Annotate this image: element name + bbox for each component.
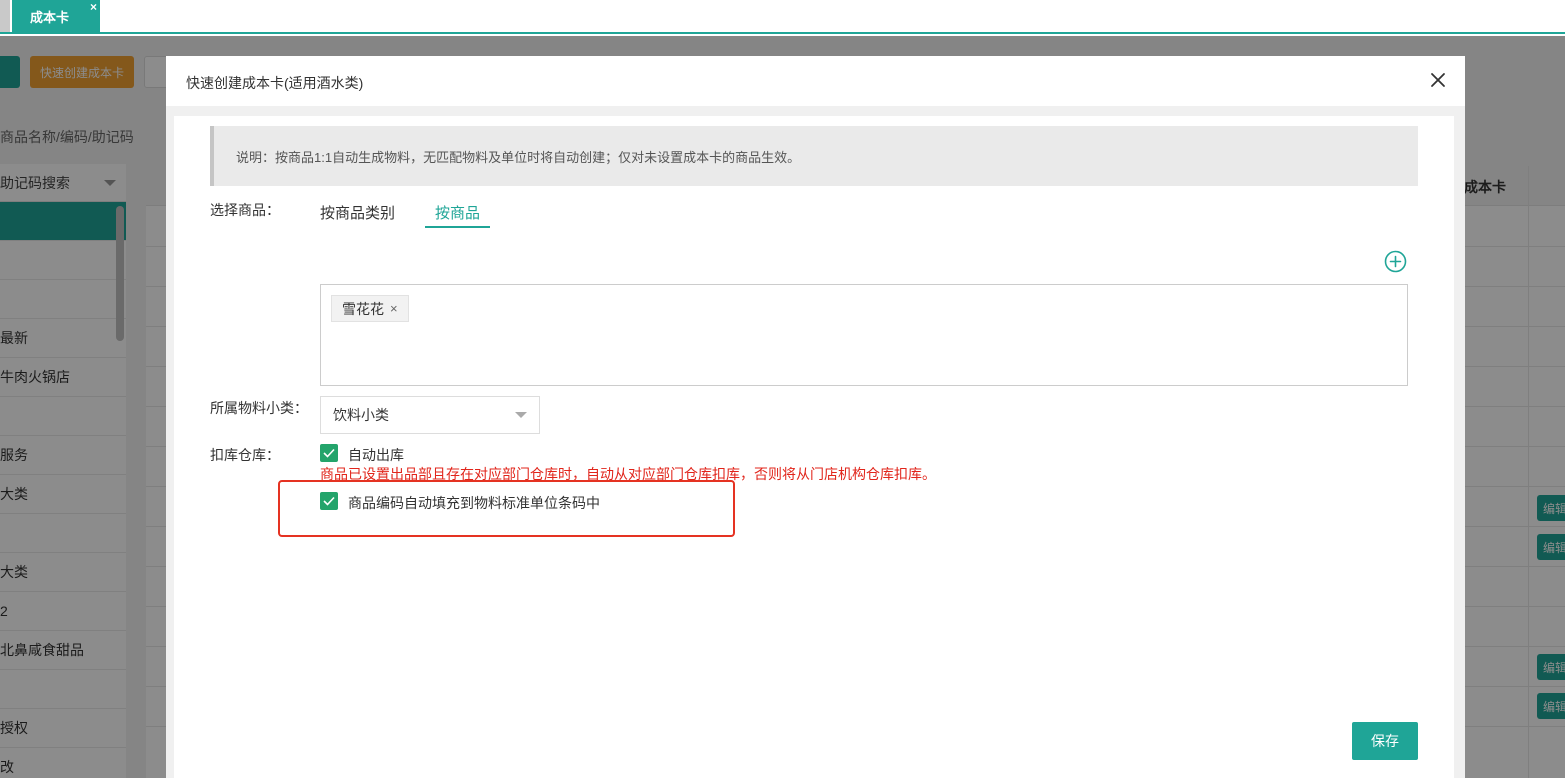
material-category-value: 饮料小类 <box>333 407 389 423</box>
selected-goods-box[interactable]: 雪花花 × <box>320 284 1408 386</box>
select-goods-label: 选择商品： <box>210 202 280 218</box>
chevron-down-icon <box>515 412 527 418</box>
tab-close-icon[interactable]: × <box>90 1 97 13</box>
check-icon <box>323 448 335 458</box>
modal-title: 快速创建成本卡(适用酒水类) <box>186 75 364 91</box>
tab-bar: 成本卡 × <box>0 0 1565 34</box>
plus-circle-icon[interactable] <box>1384 250 1407 273</box>
close-icon[interactable] <box>1427 69 1449 91</box>
notice-text: 说明：按商品1:1自动生成物料，无匹配物料及单位时将自动创建；仅对未设置成本卡的… <box>236 149 801 165</box>
warehouse-warning-text: 商品已设置出品部且存在对应部门仓库时，自动从对应部门仓库扣库，否则将从门店机构仓… <box>320 466 936 482</box>
selected-goods-tag: 雪花花 × <box>331 295 409 322</box>
tab-cost-card[interactable]: 成本卡 × <box>12 0 100 32</box>
modal-header: 快速创建成本卡(适用酒水类) <box>166 56 1465 106</box>
notice-panel: 说明：按商品1:1自动生成物料，无匹配物料及单位时将自动创建；仅对未设置成本卡的… <box>210 126 1418 186</box>
auto-out-checkbox[interactable] <box>320 444 338 462</box>
tag-remove-icon[interactable]: × <box>390 301 398 316</box>
tab-by-category[interactable]: 按商品类别 <box>320 202 395 223</box>
material-category-select[interactable]: 饮料小类 <box>320 396 540 434</box>
check-icon <box>323 496 335 506</box>
selected-goods-tag-label: 雪花花 <box>342 300 384 317</box>
tab-cost-card-label: 成本卡 <box>30 9 70 25</box>
quick-create-cost-card-modal: 快速创建成本卡(适用酒水类) 说明：按商品1:1自动生成物料，无匹配物料及单位时… <box>166 56 1465 778</box>
auto-out-label: 自动出库 <box>348 447 404 463</box>
tab-previous[interactable] <box>0 0 10 32</box>
barcode-autofill-label: 商品编码自动填充到物料标准单位条码中 <box>348 495 600 511</box>
barcode-autofill-checkbox[interactable] <box>320 492 338 510</box>
warehouse-label: 扣库仓库： <box>210 447 280 463</box>
save-button[interactable]: 保存 <box>1352 722 1418 760</box>
modal-body: 说明：按商品1:1自动生成物料，无匹配物料及单位时将自动创建；仅对未设置成本卡的… <box>174 116 1454 778</box>
material-category-label: 所属物料小类： <box>210 400 308 416</box>
tab-by-product[interactable]: 按商品 <box>425 196 491 228</box>
